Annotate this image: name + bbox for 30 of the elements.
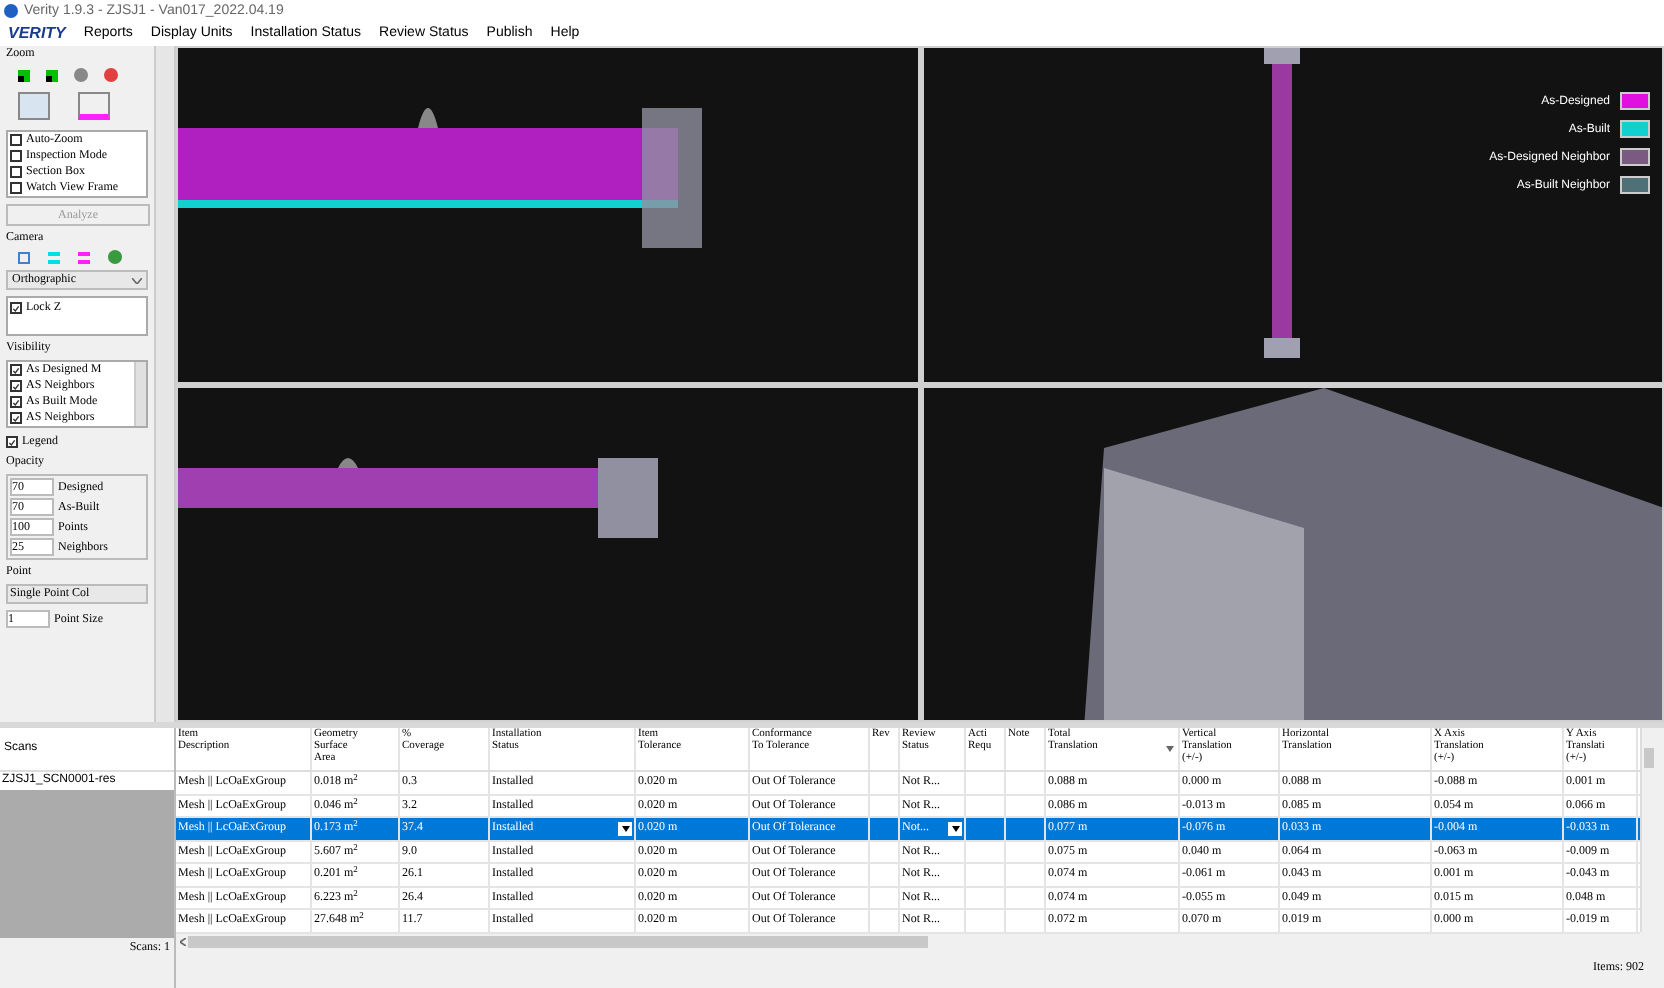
checkbox[interactable] [10,396,22,408]
scrollbar-thumb[interactable] [188,935,928,947]
checkbox[interactable] [6,436,18,448]
grid-view-icon[interactable] [18,251,30,263]
viewport[interactable] [923,387,1662,720]
zoom-tool-icon[interactable] [46,69,58,81]
scrollbar-thumb[interactable] [1644,748,1654,768]
app-logo: VERITY [8,25,66,41]
viewport[interactable] [178,387,917,720]
checkbox[interactable] [10,182,22,194]
checkbox[interactable] [10,364,22,376]
scrollbar[interactable] [134,362,146,426]
dropdown-button[interactable] [948,822,962,836]
lock-beam-icon[interactable] [78,92,110,120]
checkbox[interactable] [10,412,22,424]
dropdown-button[interactable] [618,822,632,836]
scroll-left-button[interactable] [176,933,188,949]
checkbox[interactable] [10,166,22,178]
viewport[interactable] [178,48,917,381]
checkbox[interactable] [10,150,22,162]
app-icon [4,3,18,17]
checkbox[interactable] [10,302,22,314]
lock-grid-icon[interactable] [18,92,50,120]
stop-icon[interactable] [104,68,118,82]
caret-icon [132,277,142,283]
checkbox[interactable] [10,380,22,392]
zoom-tool-icon[interactable] [18,69,30,81]
checkbox[interactable] [10,134,22,146]
beam-view-icon[interactable] [78,251,90,263]
scrollbar[interactable] [154,46,176,722]
